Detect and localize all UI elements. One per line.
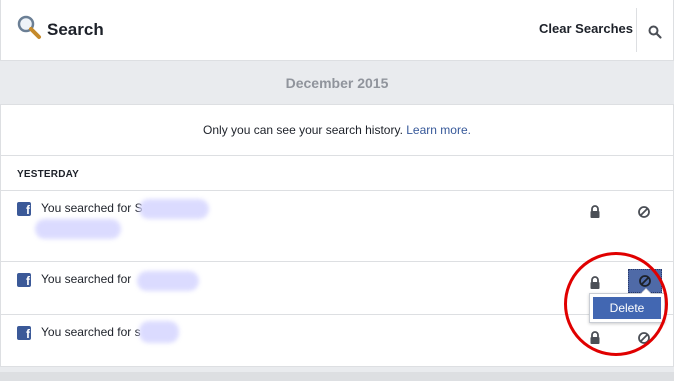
entry-label: You searched for: [41, 201, 132, 215]
clear-searches-button[interactable]: Clear Searches: [539, 21, 633, 36]
next-card-edge: [0, 372, 674, 381]
entry-label: You searched for: [41, 325, 132, 339]
facebook-icon: f: [17, 326, 31, 340]
redacted-term: [35, 219, 121, 239]
privacy-text: Only you can see your search history.: [203, 123, 403, 137]
magnifier-icon: [17, 15, 41, 39]
facebook-icon: f: [17, 202, 31, 216]
header-divider: [636, 8, 637, 52]
section-label: YESTERDAY: [17, 169, 80, 180]
hide-icon[interactable]: [637, 205, 651, 219]
learn-more-link[interactable]: Learn more.: [406, 123, 471, 137]
search-entry-text: You searched for S: [41, 201, 143, 215]
facebook-icon: f: [17, 273, 31, 287]
search-icon[interactable]: [647, 24, 663, 40]
annotation-circle: [564, 252, 668, 356]
redacted-term: [137, 271, 199, 291]
search-header: Search Clear Searches: [0, 0, 674, 61]
search-entry-text: You searched for: [41, 272, 131, 286]
month-heading: December 2015: [285, 75, 389, 91]
privacy-note: Only you can see your search history. Le…: [1, 105, 673, 156]
redacted-term: [139, 199, 209, 219]
redacted-term: [139, 321, 179, 343]
list-item[interactable]: f You searched for S: [1, 191, 673, 261]
search-entry-text: You searched for s: [41, 325, 141, 339]
lock-icon[interactable]: [589, 205, 601, 219]
page-title: Search: [47, 20, 104, 39]
entry-label: You searched for: [41, 272, 132, 286]
